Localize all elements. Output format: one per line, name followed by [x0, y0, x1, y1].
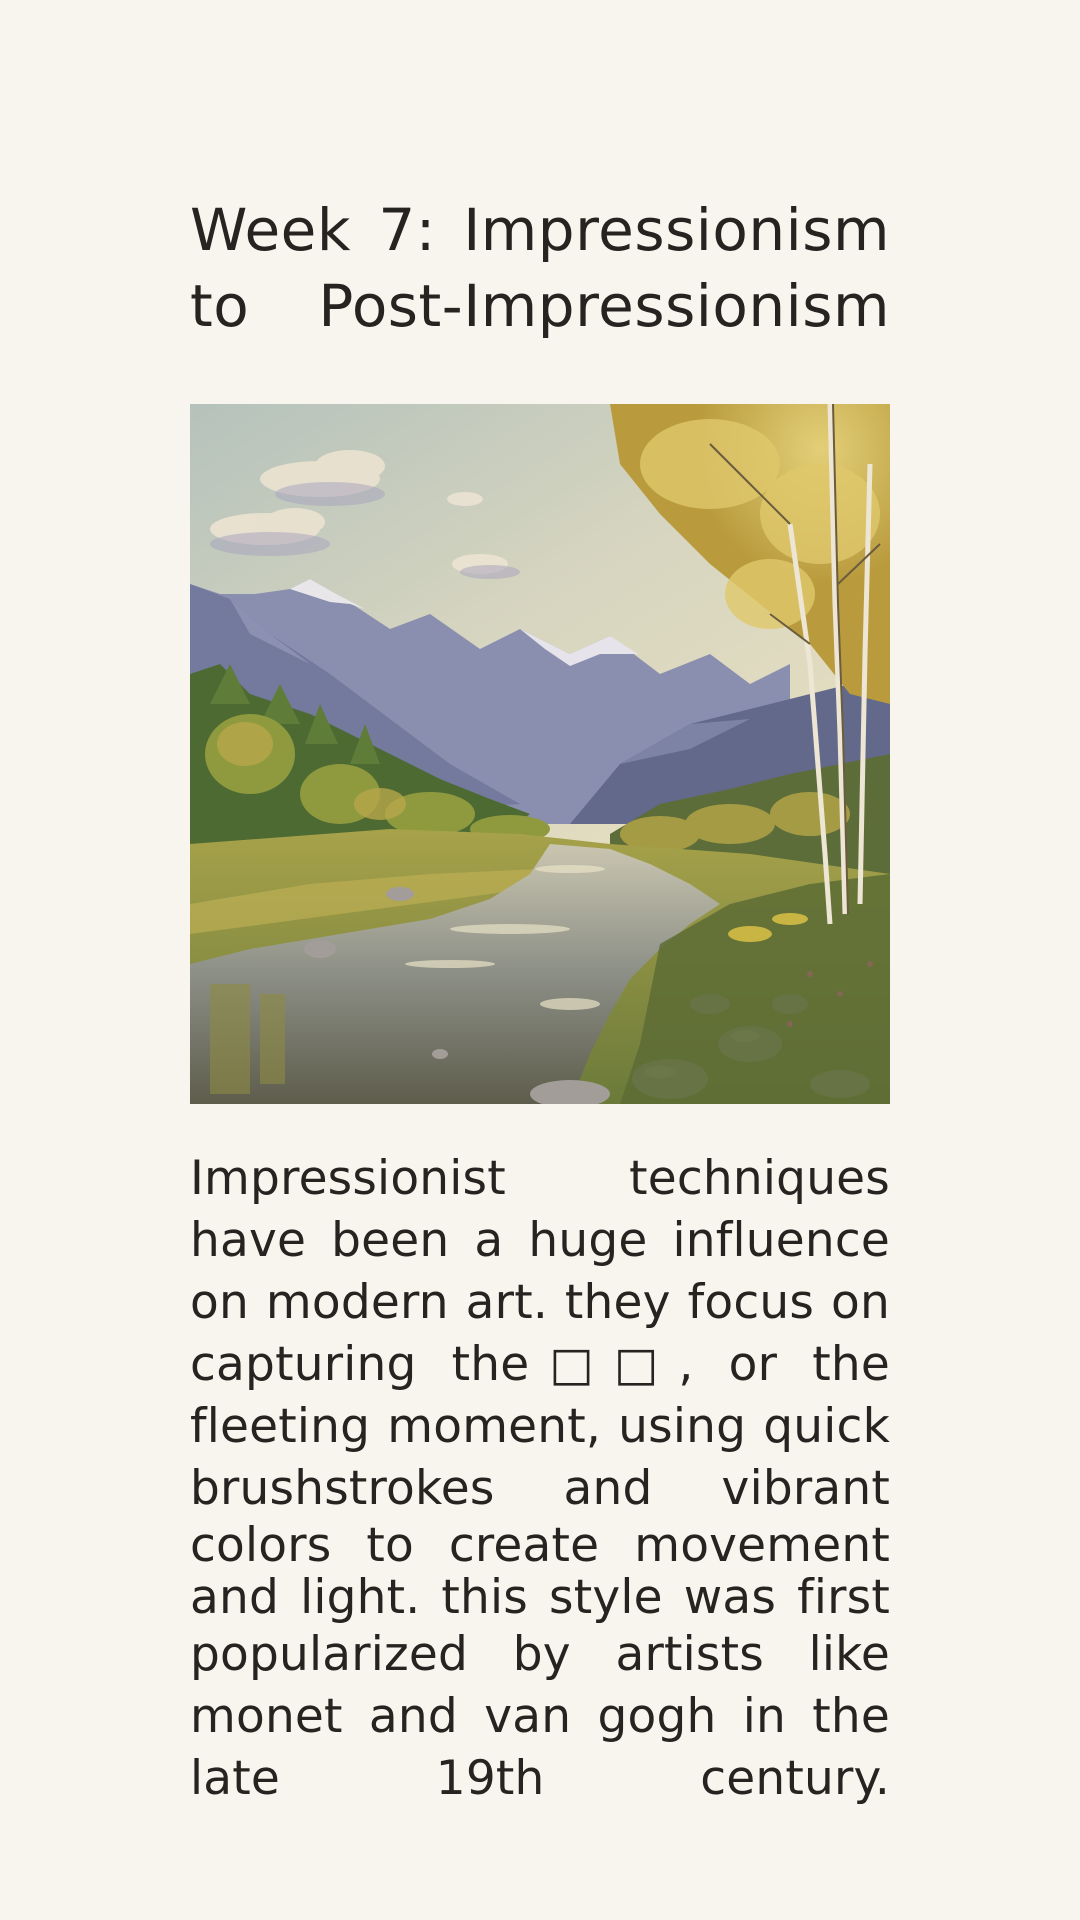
- body-line: have been a huge influence: [190, 1213, 890, 1268]
- landscape-painting: [190, 404, 890, 1104]
- title-line-1: Week 7: Impressionism: [190, 196, 890, 264]
- article-body: Impressionist techniques have been a hug…: [190, 1148, 890, 1810]
- body-line: popularized by artists like: [190, 1627, 890, 1682]
- body-line: late 19th century.: [190, 1751, 890, 1806]
- body-line: colors to create movement: [190, 1518, 890, 1573]
- body-line: on modern art. they focus on: [190, 1275, 890, 1330]
- body-line: fleeting moment, using quick: [190, 1399, 890, 1454]
- body-line: and light. this style was first: [190, 1570, 890, 1625]
- body-line: monet and van gogh in the: [190, 1689, 890, 1744]
- body-line: capturing the□□, or the: [190, 1337, 890, 1392]
- page-title: Week 7: Impressionism to Post-Impression…: [190, 192, 890, 344]
- body-line: Impressionist techniques: [190, 1151, 890, 1206]
- body-line: brushstrokes and vibrant: [190, 1461, 890, 1516]
- title-line-2: to Post-Impressionism: [190, 272, 890, 340]
- landscape-painting-icon: [190, 404, 890, 1104]
